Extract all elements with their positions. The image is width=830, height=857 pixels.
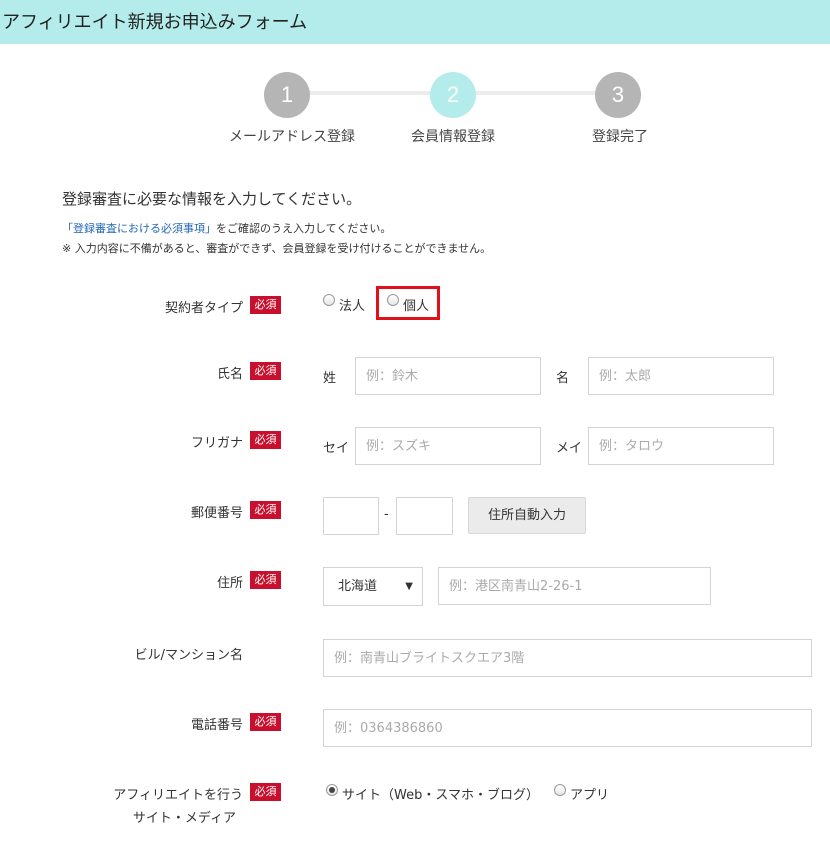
building-label: ビル/マンション名	[134, 648, 243, 663]
chevron-down-icon: ▼	[405, 581, 413, 592]
required-badge: 必須	[250, 431, 281, 449]
intro-note-text: をご確認のうえ入力してください。	[216, 222, 392, 235]
step-3-label: 登録完了	[592, 129, 648, 145]
building-input[interactable]	[323, 639, 812, 677]
required-badge: 必須	[250, 362, 281, 380]
step-connector	[475, 91, 597, 95]
phone-label: 電話番号	[190, 718, 243, 733]
first-name-kana-label: メイ	[556, 441, 583, 456]
required-badge: 必須	[250, 296, 281, 314]
intro-note: 「登録審査における必須事項」をご確認のうえ入力してください。	[62, 220, 391, 236]
first-name-kana-input[interactable]	[588, 427, 774, 465]
media-label-line2: サイト・メディア	[132, 811, 236, 826]
contract-type-corporate-radio[interactable]	[323, 294, 335, 306]
prefecture-select[interactable]: 北海道 ▼	[323, 567, 423, 606]
address-input[interactable]	[438, 567, 711, 605]
step-1-label: メールアドレス登録	[229, 129, 355, 145]
name-label: 氏名	[216, 367, 243, 382]
step-3-circle: 3	[595, 72, 641, 118]
intro-warning: ※ 入力内容に不備があると、審査ができず、会員登録を受け付けることができません。	[62, 242, 492, 255]
media-site-label[interactable]: サイト（Web・スマホ・ブログ）	[342, 784, 539, 803]
last-name-input[interactable]	[355, 357, 541, 395]
required-badge: 必須	[250, 571, 281, 589]
step-2-label: 会員情報登録	[411, 129, 495, 145]
page-title: アフィリエイト新規お申込みフォーム	[2, 12, 308, 33]
last-name-kana-label: セイ	[323, 441, 350, 456]
contract-type-corporate-label[interactable]: 法人	[339, 295, 365, 314]
required-badge: 必須	[250, 713, 281, 731]
step-connector	[309, 91, 431, 95]
page-header: アフィリエイト新規お申込みフォーム	[0, 0, 830, 44]
postal-code-first-input[interactable]	[323, 497, 379, 535]
postal-code-separator: -	[384, 507, 389, 522]
step-2-circle: 2	[430, 72, 476, 118]
step-1-circle: 1	[264, 72, 310, 118]
media-label-line1: アフィリエイトを行う	[113, 788, 243, 803]
first-name-input[interactable]	[588, 357, 774, 395]
required-badge: 必須	[250, 501, 281, 519]
media-app-label[interactable]: アプリ	[570, 784, 609, 803]
address-label: 住所	[216, 576, 243, 591]
address-autofill-button[interactable]: 住所自動入力	[468, 497, 586, 534]
highlight-box	[376, 286, 440, 320]
required-badge: 必須	[250, 783, 281, 801]
required-items-link[interactable]: 「登録審査における必須事項」	[62, 222, 216, 235]
intro-heading: 登録審査に必要な情報を入力してください。	[62, 190, 362, 208]
media-site-radio[interactable]	[326, 784, 338, 796]
media-app-radio[interactable]	[554, 784, 566, 796]
postal-code-label: 郵便番号	[190, 506, 243, 521]
postal-code-second-input[interactable]	[396, 497, 453, 535]
first-name-label: 名	[556, 371, 570, 386]
phone-input[interactable]	[323, 709, 812, 747]
last-name-kana-input[interactable]	[355, 427, 541, 465]
furigana-label: フリガナ	[190, 436, 243, 451]
last-name-label: 姓	[323, 371, 337, 386]
contract-type-label: 契約者タイプ	[164, 301, 243, 316]
prefecture-value: 北海道	[338, 579, 378, 594]
